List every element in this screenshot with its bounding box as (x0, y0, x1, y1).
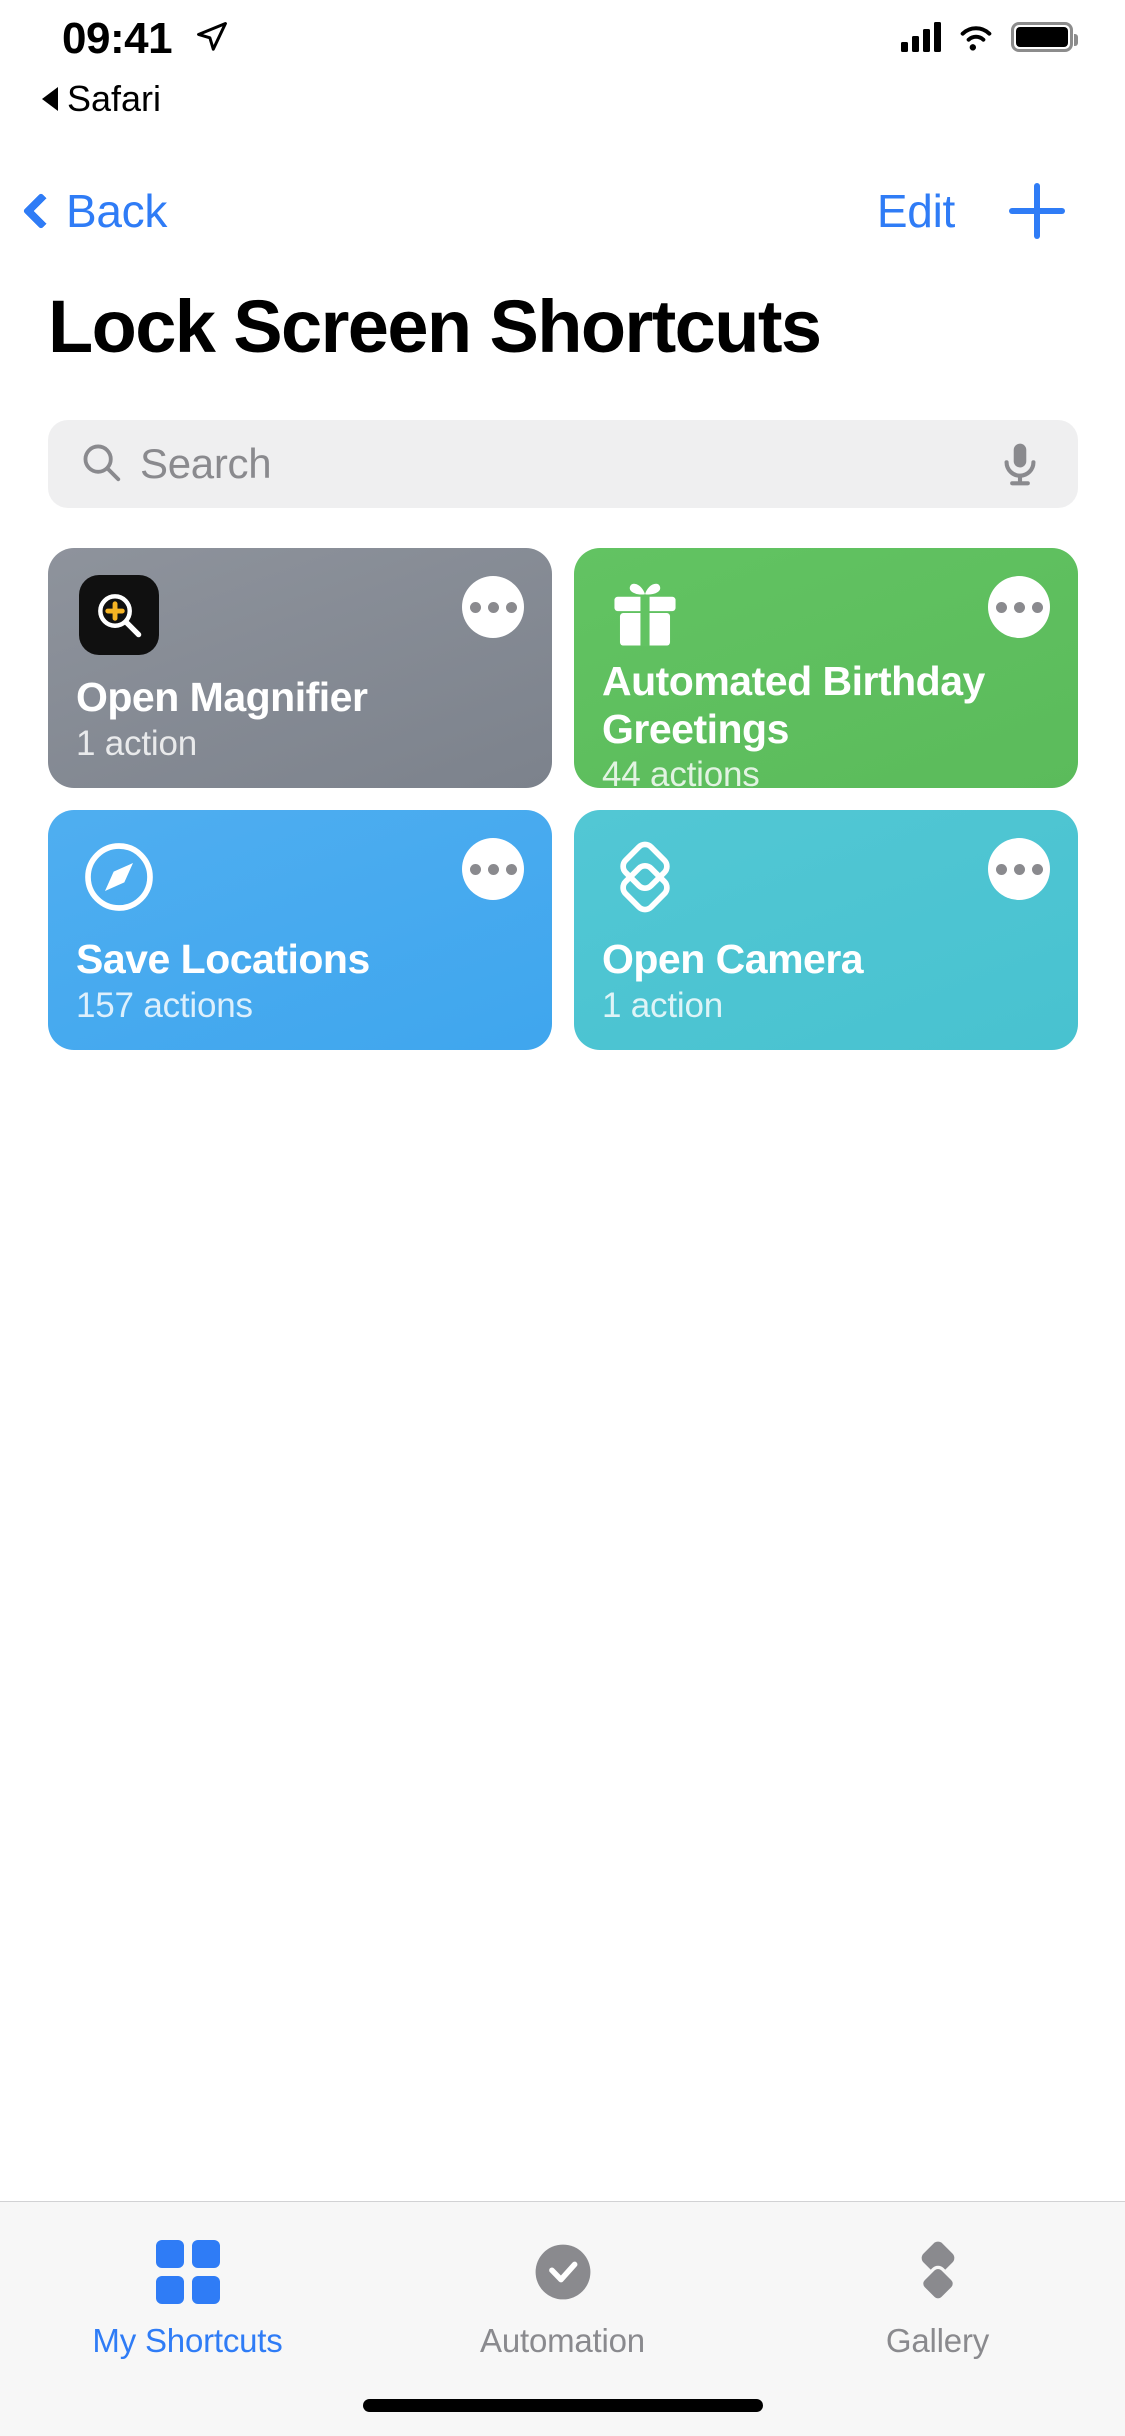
home-indicator (362, 2399, 763, 2412)
tab-label: Gallery (885, 2322, 990, 2359)
tab-gallery[interactable]: Gallery (750, 2202, 1125, 2360)
page-title: Lock Screen Shortcuts (48, 285, 822, 368)
card-header (602, 572, 1050, 658)
cellular-signal-icon (901, 22, 941, 52)
card-more-button[interactable] (988, 838, 1050, 900)
back-to-app-label: Safari (67, 78, 162, 119)
card-subtitle: 1 action (602, 986, 723, 1025)
card-title: Automated Birthday Greetings (602, 658, 985, 752)
shortcut-card[interactable]: Save Locations 157 actions (48, 810, 552, 1050)
status-bar-time: 09:41 (62, 14, 173, 63)
battery-icon (1011, 22, 1078, 52)
compass-icon (76, 834, 162, 920)
search-icon (78, 439, 124, 490)
card-header (76, 834, 524, 920)
stacked-diamonds-icon (903, 2234, 973, 2310)
shortcut-card[interactable]: Automated Birthday Greetings 44 actions (574, 548, 1078, 788)
microphone-icon[interactable] (994, 438, 1046, 495)
shortcut-card[interactable]: Open Magnifier 1 action (48, 548, 552, 788)
wifi-icon (960, 26, 992, 51)
grid-squares-icon (155, 2234, 220, 2310)
back-button-label: Back (66, 185, 168, 237)
shortcuts-app-screen: 09:41 Safari Back Edit Lock Screen Short… (0, 0, 1125, 2436)
card-text: Save Locations 157 actions (76, 936, 524, 1026)
tab-label: My Shortcuts (92, 2322, 283, 2359)
card-title: Open Magnifier (76, 674, 368, 721)
card-text: Automated Birthday Greetings 44 actions (602, 658, 1050, 788)
location-arrow-icon (195, 20, 229, 59)
card-subtitle: 1 action (76, 724, 197, 763)
search-field[interactable]: Search (48, 420, 1078, 508)
back-to-safari-link[interactable]: Safari (42, 78, 161, 120)
card-text: Open Camera 1 action (602, 936, 1050, 1026)
status-bar: 09:41 Safari (0, 0, 1125, 132)
card-more-button[interactable] (462, 576, 524, 638)
tab-my-shortcuts[interactable]: My Shortcuts (0, 2202, 375, 2360)
layers-icon (602, 834, 688, 920)
card-subtitle: 157 actions (76, 986, 253, 1025)
card-text: Open Magnifier 1 action (76, 674, 524, 764)
gift-icon (602, 572, 688, 658)
chevron-left-icon (22, 192, 60, 230)
magnifier-app-icon (76, 572, 162, 658)
card-title: Save Locations (76, 936, 370, 983)
card-header (76, 572, 524, 658)
add-shortcut-button[interactable] (997, 162, 1077, 260)
tab-automation[interactable]: Automation (375, 2202, 750, 2360)
edit-button[interactable]: Edit (877, 162, 955, 260)
back-triangle-icon (42, 87, 58, 111)
card-subtitle: 44 actions (602, 755, 760, 788)
card-more-button[interactable] (988, 576, 1050, 638)
card-more-button[interactable] (462, 838, 524, 900)
navigation-bar: Back Edit (0, 162, 1125, 260)
status-bar-indicators (901, 22, 1078, 52)
shortcut-card[interactable]: Open Camera 1 action (574, 810, 1078, 1050)
card-title: Open Camera (602, 936, 864, 983)
card-header (602, 834, 1050, 920)
back-button[interactable]: Back (22, 162, 167, 260)
search-placeholder: Search (140, 440, 272, 487)
tab-label: Automation (480, 2322, 645, 2359)
shortcuts-grid: Open Magnifier 1 action Automated Birthd… (48, 548, 1078, 1050)
checkmark-circle-icon (528, 2234, 598, 2310)
plus-icon-horizontal (1009, 208, 1065, 214)
